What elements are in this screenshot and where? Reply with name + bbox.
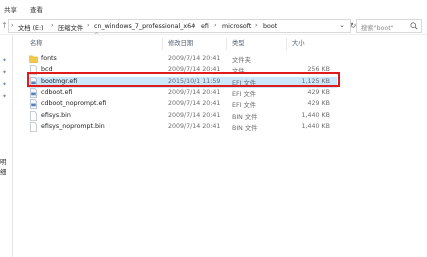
- breadcrumb-chevron-icon[interactable]: ›: [11, 22, 14, 29]
- pin-icon[interactable]: ✦: [2, 69, 9, 77]
- file-row[interactable]: efisys_noprompt.bin 2009/7/14 20:41 BIN 文件…: [27, 122, 337, 133]
- file-size: 429 KB: [307, 88, 330, 96]
- address-row: ↑ › 文档 (E:) › 压缩文件 › cn_windows_7_profes…: [0, 17, 427, 35]
- file-date: 2009/7/14 20:41: [168, 122, 221, 130]
- file-name: efisys.bin: [41, 111, 71, 119]
- pin-icon[interactable]: ✦: [2, 93, 9, 101]
- breadcrumb-boot[interactable]: boot: [263, 23, 277, 30]
- pin-icon[interactable]: ✦: [2, 81, 9, 89]
- file-name: cdboot_noprompt.efi: [41, 100, 107, 108]
- breadcrumb-efi[interactable]: efi: [201, 23, 209, 30]
- file-size: 429 KB: [307, 100, 330, 108]
- column-divider[interactable]: [226, 38, 227, 50]
- folder-icon: [29, 55, 38, 63]
- file-name: efisys_noprompt.bin: [41, 122, 105, 130]
- breadcrumb-separator-icon: ›: [255, 22, 258, 29]
- breadcrumb-archive[interactable]: 压缩文件: [58, 23, 83, 32]
- breadcrumb-separator-icon: ›: [193, 22, 196, 29]
- efi-file-icon: [30, 88, 37, 98]
- breadcrumb-separator-icon: ›: [51, 22, 54, 29]
- breadcrumb-microsoft[interactable]: microsoft: [222, 23, 251, 30]
- column-divider[interactable]: [286, 38, 287, 50]
- bin-file-icon: [30, 110, 37, 121]
- address-bar[interactable]: › 文档 (E:) › 压缩文件 › cn_windows_7_professi…: [8, 19, 356, 33]
- file-type: EFI 文件: [232, 90, 257, 98]
- bin-file-icon: [30, 122, 37, 132]
- navigation-pane: ✦ ✦ ✦ ✦ 明细: [0, 35, 12, 257]
- address-dropdown-icon[interactable]: ⌄: [339, 21, 345, 29]
- file-date: 2009/7/14 20:41: [168, 111, 221, 119]
- file-name: fonts: [41, 55, 57, 62]
- file-date: 2009/7/14 20:41: [168, 55, 221, 62]
- efi-file-icon: [30, 99, 37, 109]
- annotation-highlight: [27, 72, 340, 87]
- file-type: BIN 文件: [232, 124, 258, 132]
- ribbon-bar: 共享 查看: [0, 0, 427, 17]
- file-row[interactable]: efisys.bin 2009/7/14 20:41 BIN 文件 1,440 KB: [27, 110, 337, 122]
- tab-share[interactable]: 共享: [4, 4, 17, 14]
- column-header-name[interactable]: 名称: [30, 38, 43, 50]
- file-date: 2009/7/14 20:41: [168, 88, 221, 96]
- column-header-size[interactable]: 大小: [292, 38, 305, 50]
- search-placeholder: 搜索"boot": [361, 25, 394, 32]
- column-header-date[interactable]: 修改日期: [168, 38, 193, 50]
- column-header-type[interactable]: 类型: [232, 38, 245, 50]
- sort-ascending-icon: ^: [94, 32, 100, 39]
- search-input[interactable]: 搜索"boot": [356, 19, 422, 33]
- breadcrumb-separator-icon: ›: [214, 22, 217, 29]
- file-type: EFI 文件: [232, 102, 257, 110]
- breadcrumb-separator-icon: ›: [87, 22, 90, 29]
- file-size: 1,440 KB: [301, 111, 330, 119]
- breadcrumb-drive[interactable]: 文档 (E:): [18, 23, 44, 32]
- file-size: 1,440 KB: [301, 122, 330, 130]
- file-type: BIN 文件: [232, 113, 258, 121]
- file-type: 文件夹: [232, 57, 251, 64]
- nav-divider: [12, 35, 13, 257]
- breadcrumb-iso-folder[interactable]: cn_windows_7_professional_x64: [94, 23, 195, 30]
- search-icon[interactable]: [410, 22, 418, 30]
- file-row[interactable]: fonts 2009/7/14 20:41 文件夹: [27, 54, 337, 65]
- file-row[interactable]: cdboot_noprompt.efi 2009/7/14 20:41 EFI 文件…: [27, 99, 337, 110]
- file-date: 2009/7/14 20:41: [168, 100, 221, 108]
- file-row[interactable]: cdboot.efi 2009/7/14 20:41 EFI 文件 429 KB: [27, 88, 337, 99]
- tab-view[interactable]: 查看: [30, 4, 43, 14]
- nav-item-label[interactable]: 明细: [0, 156, 12, 176]
- file-name: cdboot.efi: [41, 88, 73, 96]
- column-divider[interactable]: [162, 38, 163, 50]
- pin-icon[interactable]: ✦: [2, 57, 9, 65]
